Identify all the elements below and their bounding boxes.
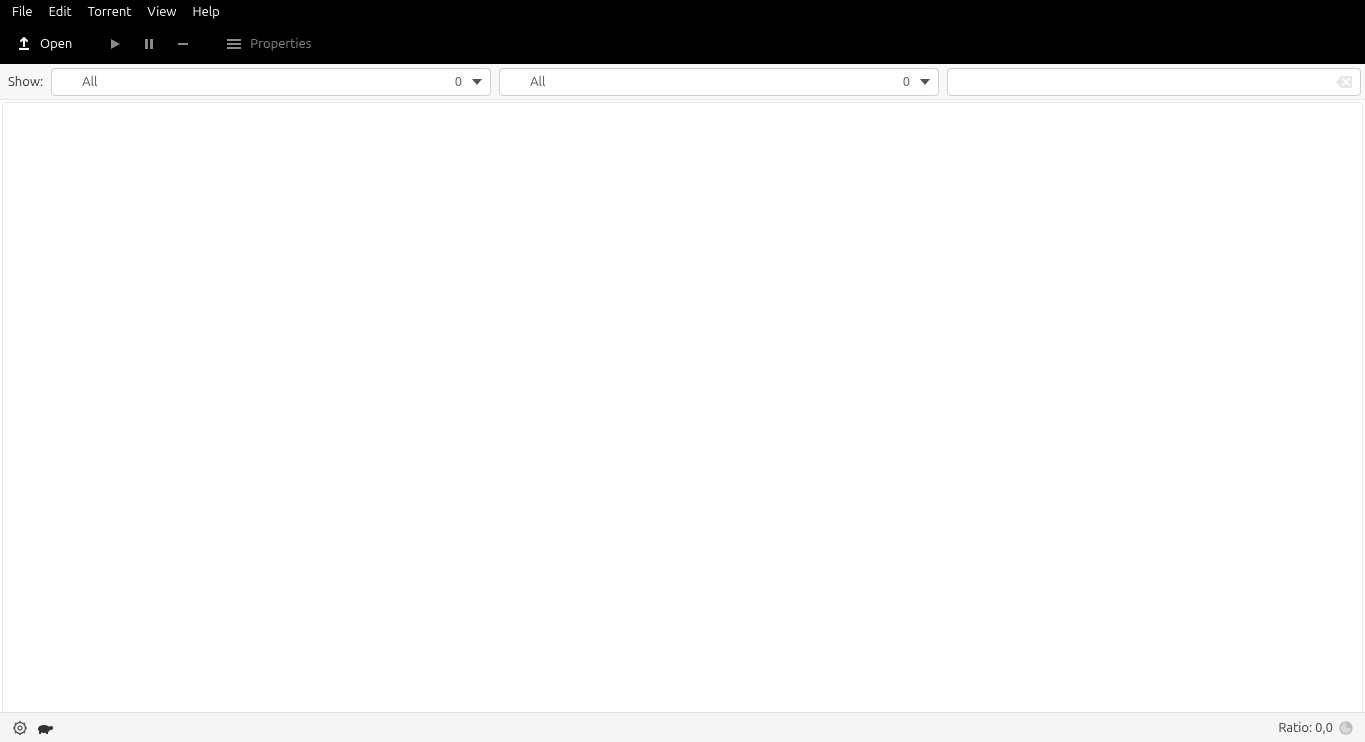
clear-search-icon[interactable] <box>1332 75 1356 89</box>
topbar: File Edit Torrent View Help Open <box>0 0 1365 64</box>
statusbar: Ratio: 0,0 <box>0 712 1365 742</box>
status-filter-dropdown[interactable]: All 0 <box>51 68 491 96</box>
tracker-filter-count: 0 <box>903 75 910 89</box>
gear-icon <box>12 720 28 736</box>
pause-icon <box>142 37 156 51</box>
chevron-down-icon <box>472 79 482 85</box>
tracker-filter-label: All <box>530 75 903 89</box>
turtle-icon <box>36 722 54 734</box>
list-icon <box>226 37 242 51</box>
open-icon <box>16 36 32 52</box>
properties-button[interactable]: Properties <box>218 33 319 55</box>
menubar: File Edit Torrent View Help <box>0 0 1365 24</box>
remove-button[interactable] <box>168 33 198 55</box>
properties-label: Properties <box>250 37 311 51</box>
menu-edit[interactable]: Edit <box>41 2 80 22</box>
show-label: Show: <box>4 75 43 89</box>
open-label: Open <box>40 37 72 51</box>
ratio-label: Ratio: 0,0 <box>1278 721 1333 735</box>
start-button[interactable] <box>100 33 130 55</box>
menu-view[interactable]: View <box>139 2 184 22</box>
toolbar: Open <box>0 24 1365 64</box>
status-filter-label: All <box>82 75 455 89</box>
play-icon <box>108 37 122 51</box>
pause-button[interactable] <box>134 33 164 55</box>
menu-help[interactable]: Help <box>185 2 228 22</box>
menu-file[interactable]: File <box>4 2 41 22</box>
alt-speed-button[interactable] <box>32 722 58 734</box>
search-input[interactable] <box>956 74 1332 90</box>
torrent-list[interactable] <box>2 102 1363 714</box>
menu-torrent[interactable]: Torrent <box>80 2 140 22</box>
remove-icon <box>176 37 190 51</box>
tracker-filter-dropdown[interactable]: All 0 <box>499 68 939 96</box>
ratio-icon <box>1339 721 1353 735</box>
ratio-display[interactable]: Ratio: 0,0 <box>1274 721 1357 735</box>
status-filter-count: 0 <box>455 75 462 89</box>
open-button[interactable]: Open <box>8 32 80 56</box>
chevron-down-icon <box>920 79 930 85</box>
settings-button[interactable] <box>8 720 32 736</box>
search-box[interactable] <box>947 68 1361 96</box>
filterbar: Show: All 0 All 0 <box>0 64 1365 100</box>
